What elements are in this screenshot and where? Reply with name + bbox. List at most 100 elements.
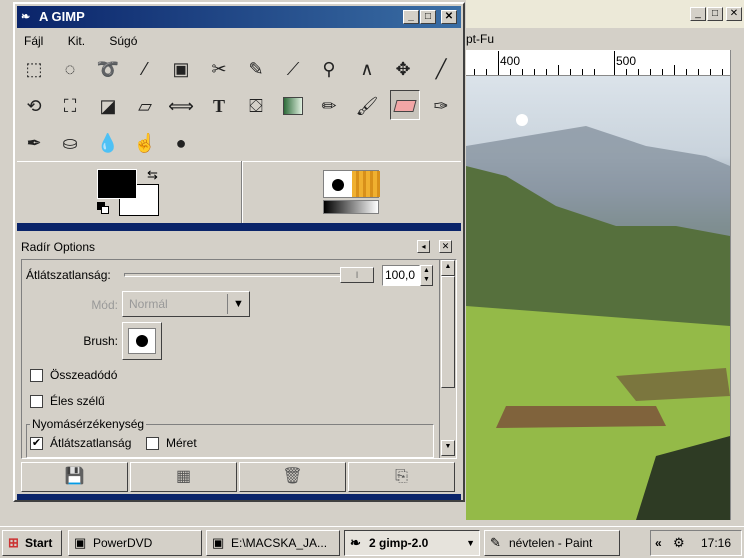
- opacity-slider-handle[interactable]: ǀ: [340, 267, 374, 283]
- menu-script-fu[interactable]: pt-Fu: [466, 32, 494, 46]
- menu-file[interactable]: Fájl: [24, 30, 43, 52]
- paint-icon: ✎: [490, 535, 501, 550]
- close-icon[interactable]: ✕: [726, 7, 742, 21]
- ruler-label: 500: [616, 54, 637, 68]
- tool-options-panel: Átlátszatlanság: ǀ 100,0 ▲ ▼ Mód: Normál …: [21, 259, 457, 459]
- taskbar-item-label: E:\MACSKA_JA...: [231, 536, 328, 550]
- taskbar-item-explorer[interactable]: ▣ E:\MACSKA_JA...: [206, 530, 340, 556]
- system-tray: « ⚙ 17:16: [650, 530, 742, 556]
- additive-label: Összeadódó: [50, 368, 118, 382]
- select-by-color-icon[interactable]: ▣: [166, 54, 196, 84]
- options-button-row: 💾 ▦ 🗑 ⎘: [21, 462, 457, 492]
- network-icon[interactable]: ⚙: [673, 531, 685, 555]
- lasso-icon[interactable]: ➰: [93, 54, 123, 84]
- measure-icon[interactable]: ∧: [352, 54, 382, 84]
- minimize-icon[interactable]: _: [403, 10, 419, 24]
- dock-separator[interactable]: [17, 223, 461, 231]
- additive-checkbox[interactable]: [30, 369, 43, 382]
- tool-options-header: Radír Options ◂ ✕: [17, 237, 461, 257]
- tray-expand-icon[interactable]: «: [655, 531, 662, 555]
- maximize-icon[interactable]: □: [420, 10, 436, 24]
- image-window: _ □ ✕ pt-Fu 400 500: [466, 0, 744, 530]
- brush-preview[interactable]: [323, 170, 380, 198]
- flip-icon[interactable]: ⟺: [166, 91, 196, 121]
- gimp-toolbox-window: ❧ A GIMP _ □ ✕ Fájl Kit. Súgó ⬚ ◌ ➰ ⁄ ▣ …: [13, 2, 465, 502]
- app-icon: ▣: [74, 535, 87, 550]
- perspective-icon[interactable]: ◪: [93, 91, 123, 121]
- mode-label: Mód:: [91, 298, 118, 312]
- magnify-icon[interactable]: ⚲: [314, 54, 344, 84]
- clone-icon[interactable]: ⛀: [55, 128, 85, 158]
- taskbar-item-powerdvd[interactable]: ▣ PowerDVD: [68, 530, 202, 556]
- ink-icon[interactable]: ✒: [19, 128, 49, 158]
- rect-select-icon[interactable]: ⬚: [19, 54, 49, 84]
- vertical-scrollbar[interactable]: [730, 50, 744, 520]
- mode-select[interactable]: Normál ▼: [122, 291, 250, 317]
- dodge-burn-icon[interactable]: ●: [166, 128, 196, 158]
- window-title: A GIMP: [39, 9, 85, 24]
- pressure-group-label: Nyomásérzékenység: [30, 417, 147, 431]
- bucket-fill-icon[interactable]: ⛋: [241, 91, 271, 121]
- opacity-spinner-icon[interactable]: ▲ ▼: [420, 265, 433, 286]
- paths-icon[interactable]: ✎: [241, 54, 271, 84]
- clock[interactable]: 17:16: [701, 531, 731, 555]
- taskbar-item-paint[interactable]: ✎ névtelen - Paint: [484, 530, 620, 556]
- scroll-up-icon[interactable]: ▲: [441, 260, 455, 276]
- restore-options-icon[interactable]: ▦: [130, 462, 237, 492]
- chevron-down-icon: ▼: [466, 538, 475, 548]
- eraser-icon[interactable]: [390, 90, 420, 120]
- delete-options-icon[interactable]: 🗑: [239, 462, 346, 492]
- landscape-image: [466, 76, 730, 520]
- toolbox-titlebar[interactable]: ❧ A GIMP _ □ ✕: [17, 6, 461, 28]
- smudge-icon[interactable]: ☝: [130, 128, 160, 158]
- scroll-down-icon[interactable]: ▼: [441, 440, 455, 456]
- opacity-slider-track[interactable]: [124, 273, 374, 277]
- close-tab-icon[interactable]: ✕: [439, 240, 452, 253]
- paintbrush-icon[interactable]: 🖌: [352, 91, 382, 121]
- opacity-value-field[interactable]: 100,0: [382, 265, 420, 286]
- hard-edge-checkbox[interactable]: [30, 395, 43, 408]
- gradient-preview[interactable]: [323, 200, 379, 214]
- taskbar-item-gimp[interactable]: ❧ 2 gimp-2.0 ▼: [344, 530, 480, 556]
- reset-options-icon[interactable]: ⎘: [348, 462, 455, 492]
- pressure-size-checkbox[interactable]: [146, 437, 159, 450]
- airbrush-icon[interactable]: ✑: [426, 91, 456, 121]
- move-icon[interactable]: ✥: [388, 54, 418, 84]
- chevron-down-icon: ▼: [227, 294, 249, 314]
- pressure-size-label: Méret: [166, 436, 197, 450]
- save-options-icon[interactable]: 💾: [21, 462, 128, 492]
- scissors-icon[interactable]: ✂: [204, 54, 234, 84]
- magic-wand-icon[interactable]: ⁄: [130, 54, 160, 84]
- crop-icon[interactable]: ⛶: [55, 91, 85, 121]
- taskbar-item-label: PowerDVD: [93, 536, 153, 550]
- menu-help[interactable]: Súgó: [109, 30, 137, 52]
- opacity-label: Átlátszatlanság:: [26, 268, 111, 282]
- taskbar-item-label: 2 gimp-2.0: [369, 536, 429, 550]
- blur-icon[interactable]: 💧: [93, 128, 123, 158]
- image-window-titlebar[interactable]: _ □ ✕: [466, 0, 744, 28]
- brush-label: Brush:: [83, 334, 118, 348]
- menu-xtns[interactable]: Kit.: [68, 30, 85, 52]
- color-picker-icon[interactable]: ⟋: [278, 54, 308, 84]
- scroll-thumb[interactable]: [441, 276, 455, 388]
- shear-icon[interactable]: ▱: [130, 91, 160, 121]
- pressure-opacity-checkbox[interactable]: ✔: [30, 437, 43, 450]
- rotate-icon[interactable]: ⟲: [19, 91, 49, 121]
- start-button[interactable]: ⊞ Start: [2, 530, 62, 556]
- minimize-icon[interactable]: _: [690, 7, 706, 21]
- foreground-color-swatch[interactable]: [97, 169, 137, 199]
- dock-separator[interactable]: [17, 494, 461, 500]
- maximize-icon[interactable]: □: [707, 7, 723, 21]
- options-scrollbar[interactable]: ▲ ▼: [439, 260, 455, 458]
- image-window-menubar[interactable]: pt-Fu: [466, 28, 744, 50]
- ellipse-select-icon[interactable]: ◌: [55, 54, 85, 84]
- text-icon[interactable]: T: [204, 91, 234, 121]
- close-icon[interactable]: ✕: [441, 10, 457, 24]
- dock-menu-icon[interactable]: ◂: [417, 240, 430, 253]
- blend-icon[interactable]: [278, 91, 308, 121]
- knife-icon[interactable]: ╱: [426, 54, 456, 84]
- swap-colors-icon[interactable]: ⇆: [147, 167, 158, 183]
- brush-select-button[interactable]: [122, 322, 162, 360]
- default-colors-icon[interactable]: [97, 202, 111, 216]
- pencil-icon[interactable]: ✏: [314, 91, 344, 121]
